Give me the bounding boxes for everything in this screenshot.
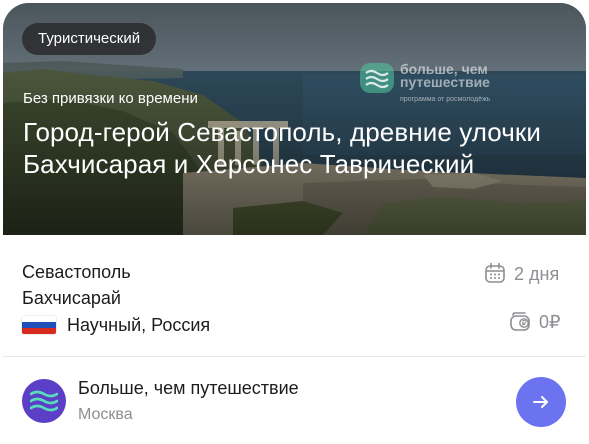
divider — [3, 356, 586, 357]
ruble-wallet-icon — [510, 312, 530, 331]
watermark-logo-icon — [360, 63, 394, 93]
price-text: 0₽ — [539, 312, 561, 332]
watermark-tagline: программа от росмолодёжь — [400, 96, 491, 103]
organizer-name[interactable]: Больше, чем путешествие — [78, 376, 299, 400]
russia-flag-icon — [22, 316, 56, 334]
calendar-icon — [485, 262, 505, 283]
organizer-type-country: Научный, Россия — [67, 315, 211, 335]
tour-time-note: Без привязки ко времени — [23, 90, 198, 107]
open-tour-button[interactable] — [516, 377, 566, 427]
tour-info: Севастополь Бахчисарай Научный, Россия 2… — [3, 235, 586, 356]
organizer-avatar[interactable] — [22, 379, 66, 423]
duration-text: 2 дня — [514, 264, 560, 284]
route-city: Бахчисарай — [22, 288, 121, 308]
hero-image[interactable]: Туристический больше, чем путешествие пр… — [3, 3, 586, 235]
arrow-right-icon — [533, 396, 548, 408]
watermark: больше, чем путешествие программа от рос… — [360, 61, 520, 111]
watermark-name: больше, чем путешествие — [400, 61, 490, 90]
category-tag[interactable]: Туристический — [22, 23, 157, 55]
waves-logo-icon — [30, 390, 58, 412]
route-city: Севастополь — [22, 262, 131, 282]
tour-card[interactable]: Туристический больше, чем путешествие пр… — [3, 3, 586, 444]
tour-title[interactable]: Город-герой Севастополь, древние улочки … — [23, 116, 543, 180]
organizer-city: Москва — [78, 406, 133, 423]
